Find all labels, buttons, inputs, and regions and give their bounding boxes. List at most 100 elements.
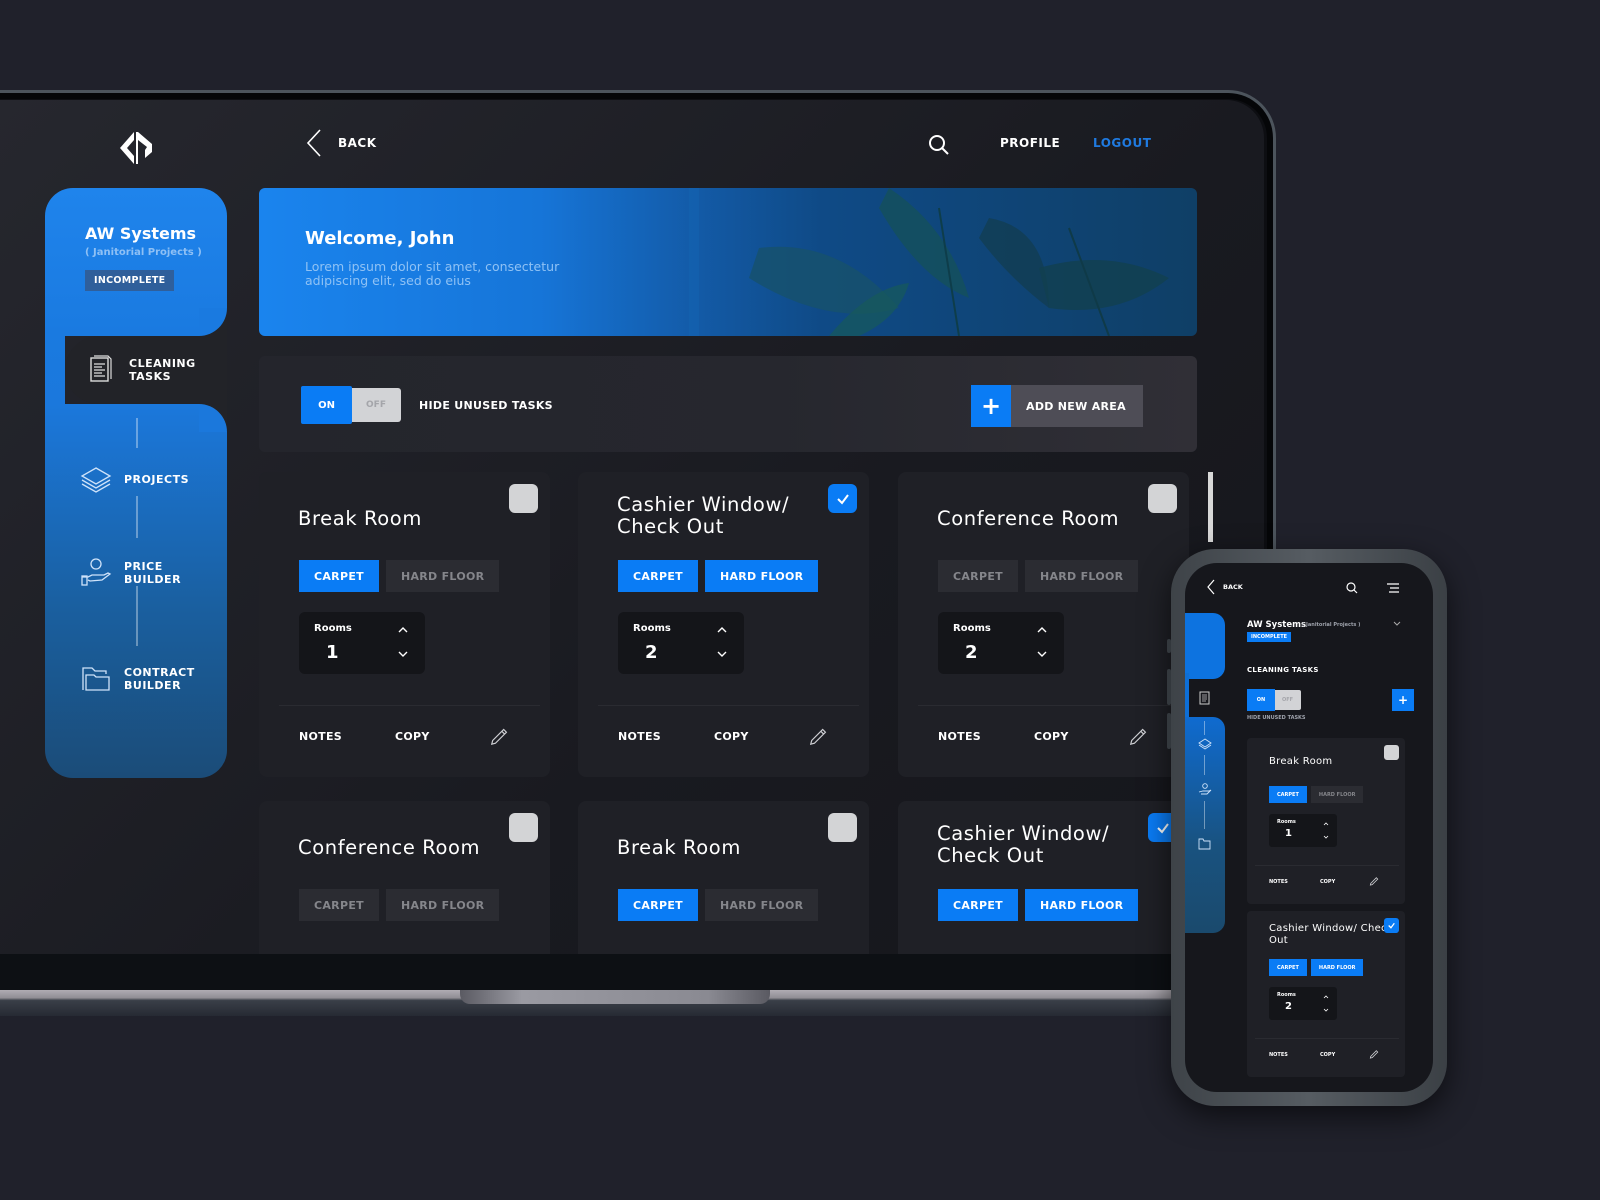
hard-floor-chip[interactable]: HARD FLOOR bbox=[1310, 959, 1364, 976]
sidebar-connector bbox=[136, 496, 138, 538]
chevron-down-icon[interactable] bbox=[397, 650, 409, 658]
phone-section-title: CLEANING TASKS bbox=[1247, 666, 1319, 674]
checkmark-icon bbox=[1388, 922, 1395, 929]
pencil-icon[interactable] bbox=[1369, 875, 1380, 886]
carpet-chip[interactable]: CARPET bbox=[618, 889, 698, 921]
area-card-title: Cashier Window/ Check Out bbox=[617, 493, 790, 538]
chevron-up-icon[interactable] bbox=[397, 626, 409, 634]
menu-icon[interactable] bbox=[1387, 583, 1399, 593]
hard-floor-chip[interactable]: HARD FLOOR bbox=[1024, 560, 1139, 592]
search-icon[interactable] bbox=[1346, 582, 1358, 594]
carpet-chip[interactable]: CARPET bbox=[938, 560, 1018, 592]
hand-coin-icon[interactable] bbox=[1198, 783, 1212, 797]
sidebar-item-cleaning-tasks[interactable]: CLEANING TASKS bbox=[85, 355, 209, 385]
checkmark-icon bbox=[1156, 822, 1169, 834]
hard-floor-chip[interactable]: HARD FLOOR bbox=[1024, 889, 1139, 921]
carpet-chip[interactable]: CARPET bbox=[299, 560, 379, 592]
rooms-value: 2 bbox=[645, 642, 658, 663]
rooms-stepper[interactable]: Rooms 1 bbox=[1269, 814, 1337, 847]
notes-button[interactable]: NOTES bbox=[618, 730, 661, 743]
hard-floor-chip[interactable]: HARD FLOOR bbox=[385, 560, 500, 592]
profile-link[interactable]: PROFILE bbox=[1000, 136, 1060, 150]
chevron-up-icon[interactable] bbox=[1323, 822, 1329, 826]
sidebar-curve bbox=[199, 404, 227, 432]
notes-button[interactable]: NOTES bbox=[299, 730, 342, 743]
phone-company-subtitle: ( Janitorial Projects ) bbox=[1302, 622, 1361, 628]
chevron-down-icon[interactable] bbox=[716, 650, 728, 658]
area-card-checkbox[interactable] bbox=[509, 484, 538, 513]
rooms-stepper[interactable]: Rooms 2 bbox=[1269, 987, 1337, 1020]
task-controls-bar: ON OFF HIDE UNUSED TASKS + ADD NEW AREA bbox=[259, 356, 1197, 452]
area-card-checkbox[interactable] bbox=[1384, 745, 1399, 760]
area-card-checkbox[interactable] bbox=[828, 813, 857, 842]
sidebar-item-projects[interactable]: PROJECTS bbox=[80, 464, 204, 494]
add-new-area-button[interactable]: + ADD NEW AREA bbox=[971, 385, 1143, 427]
search-icon[interactable] bbox=[928, 134, 950, 156]
carpet-chip[interactable]: CARPET bbox=[1269, 959, 1307, 976]
phone-side-button bbox=[1167, 639, 1171, 653]
phone-hide-unused-toggle[interactable]: ON OFF bbox=[1247, 689, 1302, 711]
document-icon[interactable] bbox=[1198, 691, 1212, 705]
floor-type-chips: CARPET HARD FLOOR bbox=[618, 889, 819, 921]
chevron-down-icon[interactable] bbox=[1036, 650, 1048, 658]
notes-button[interactable]: NOTES bbox=[1269, 879, 1288, 885]
rooms-stepper[interactable]: Rooms 1 bbox=[299, 612, 425, 674]
copy-button[interactable]: COPY bbox=[714, 730, 749, 743]
phone-status-badge: INCOMPLETE bbox=[1247, 632, 1292, 642]
area-card-checkbox[interactable] bbox=[1384, 918, 1399, 933]
copy-button[interactable]: COPY bbox=[1034, 730, 1069, 743]
area-card-checkbox[interactable] bbox=[828, 484, 857, 513]
notes-button[interactable]: NOTES bbox=[938, 730, 981, 743]
rooms-stepper[interactable]: Rooms 2 bbox=[938, 612, 1064, 674]
pencil-icon[interactable] bbox=[1128, 724, 1150, 746]
floor-type-chips: CARPET HARD FLOOR bbox=[1269, 959, 1364, 976]
back-button[interactable]: BACK bbox=[306, 128, 377, 158]
chevron-down-icon[interactable] bbox=[1323, 1008, 1329, 1012]
toggle-off[interactable]: OFF bbox=[1274, 690, 1301, 710]
chevron-down-icon[interactable] bbox=[1393, 621, 1401, 627]
area-card: Cashier Window/ Check Out CARPET HARD FL… bbox=[898, 801, 1189, 954]
carpet-chip[interactable]: CARPET bbox=[618, 560, 698, 592]
copy-button[interactable]: COPY bbox=[1320, 1052, 1335, 1058]
hide-unused-toggle[interactable]: ON OFF bbox=[301, 386, 401, 424]
carpet-chip[interactable]: CARPET bbox=[938, 889, 1018, 921]
hard-floor-chip[interactable]: HARD FLOOR bbox=[385, 889, 500, 921]
sidebar-item-contract-builder[interactable]: CONTRACT BUILDER bbox=[80, 664, 204, 694]
phone-add-area-button[interactable]: + bbox=[1392, 689, 1414, 711]
sidebar-item-price-builder[interactable]: PRICE BUILDER bbox=[80, 558, 204, 588]
carpet-chip[interactable]: CARPET bbox=[1269, 786, 1307, 803]
rooms-stepper[interactable]: Rooms 2 bbox=[618, 612, 744, 674]
chevron-up-icon[interactable] bbox=[716, 626, 728, 634]
chevron-up-icon[interactable] bbox=[1036, 626, 1048, 634]
area-card-checkbox[interactable] bbox=[1148, 484, 1177, 513]
rooms-label: Rooms bbox=[953, 623, 991, 634]
sidebar-item-label: CLEANING TASKS bbox=[129, 357, 196, 383]
folder-icon[interactable] bbox=[1198, 837, 1212, 851]
copy-button[interactable]: COPY bbox=[1320, 879, 1335, 885]
copy-button[interactable]: COPY bbox=[395, 730, 430, 743]
scrollbar[interactable] bbox=[1208, 472, 1213, 542]
floor-type-chips: CARPET HARD FLOOR bbox=[938, 560, 1139, 592]
hard-floor-chip[interactable]: HARD FLOOR bbox=[1310, 786, 1364, 803]
floor-type-chips: CARPET HARD FLOOR bbox=[299, 889, 500, 921]
toggle-off[interactable]: OFF bbox=[351, 388, 401, 422]
phone-sidebar-connector bbox=[1204, 801, 1205, 829]
phone-back-button[interactable]: BACK bbox=[1207, 579, 1243, 595]
layers-icon[interactable] bbox=[1198, 737, 1212, 751]
notes-button[interactable]: NOTES bbox=[1269, 1052, 1288, 1058]
chevron-up-icon[interactable] bbox=[1323, 995, 1329, 999]
logout-link[interactable]: LOGOUT bbox=[1093, 136, 1151, 150]
chevron-down-icon[interactable] bbox=[1323, 835, 1329, 839]
pencil-icon[interactable] bbox=[1369, 1048, 1380, 1059]
pencil-icon[interactable] bbox=[489, 724, 511, 746]
pencil-icon[interactable] bbox=[808, 724, 830, 746]
area-card-checkbox[interactable] bbox=[509, 813, 538, 842]
toggle-on[interactable]: ON bbox=[301, 386, 352, 424]
toggle-on[interactable]: ON bbox=[1247, 689, 1275, 711]
hard-floor-chip[interactable]: HARD FLOOR bbox=[704, 560, 819, 592]
phone-hide-unused-label: HIDE UNUSED TASKS bbox=[1247, 715, 1306, 721]
carpet-chip[interactable]: CARPET bbox=[299, 889, 379, 921]
hard-floor-chip[interactable]: HARD FLOOR bbox=[704, 889, 819, 921]
floor-type-chips: CARPET HARD FLOOR bbox=[1269, 786, 1364, 803]
rooms-label: Rooms bbox=[314, 623, 352, 634]
